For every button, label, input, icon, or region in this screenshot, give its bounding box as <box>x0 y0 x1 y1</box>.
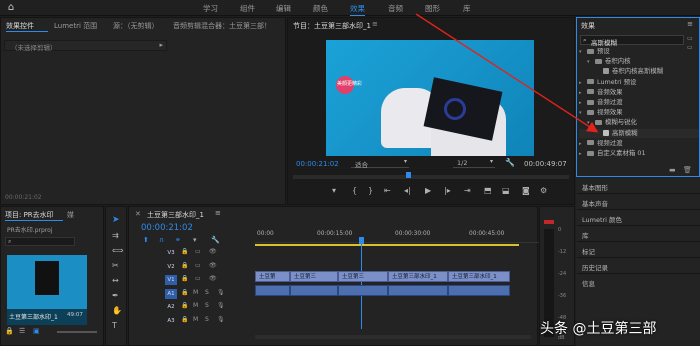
caption-watermark: 头条 @土豆第三部 <box>540 321 657 337</box>
annotation-arrow <box>415 13 599 133</box>
